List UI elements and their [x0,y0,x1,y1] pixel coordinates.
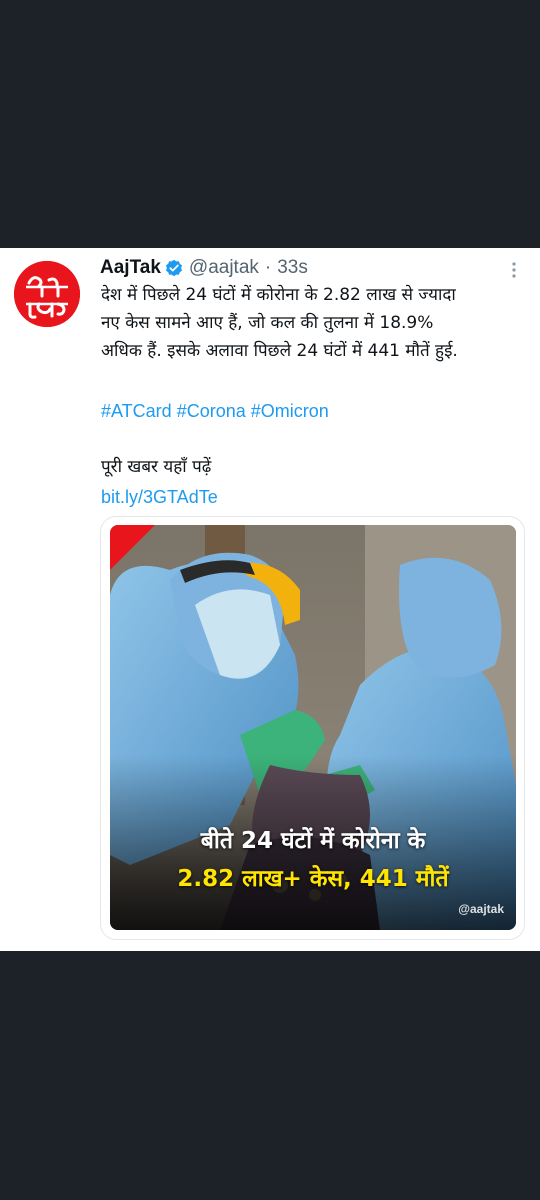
article-link[interactable]: bit.ly/3GTAdTe [101,484,218,510]
hashtag-corona[interactable]: #Corona [177,401,246,421]
author-name[interactable]: AajTak [100,257,161,279]
media-image[interactable]: बीते 24 घंटों में कोरोना के 2.82 लाख+ के… [110,525,516,930]
avatar[interactable] [14,261,80,327]
verified-badge-icon [165,259,183,277]
hashtag-omicron[interactable]: #Omicron [251,401,329,421]
tweet-body: देश में पिछले 24 घंटों में कोरोना के 2.8… [101,281,533,365]
tweet-card[interactable]: AajTak @aajtak · 33s देश में पिछले 24 घं… [0,248,540,951]
author-handle[interactable]: @aajtak [189,257,259,279]
tweet-header: AajTak @aajtak · 33s [100,255,308,281]
media-watermark: @aajtak [458,902,504,916]
aajtak-logo [14,261,80,327]
tweet-body-line: नए केस सामने आए हैं, जो कल की तुलना में … [101,313,434,333]
hashtag-list: #ATCard #Corona #Omicron [101,398,329,424]
media-caption-line-2: 2.82 लाख+ केस, 441 मौतें [177,866,449,892]
tweet-timestamp[interactable]: 33s [277,257,308,279]
more-options-icon[interactable] [506,260,522,280]
media-caption-line-1: बीते 24 घंटों में कोरोना के [200,828,426,854]
meta-separator: · [264,257,272,278]
read-more-text: पूरी खबर यहाँ पढ़ें [101,457,212,477]
hashtag-atcard[interactable]: #ATCard [101,401,172,421]
tweet-body-line: अधिक हैं. इसके अलावा पिछले 24 घंटों में … [101,341,458,361]
tweet-body-line: देश में पिछले 24 घंटों में कोरोना के 2.8… [101,285,456,305]
